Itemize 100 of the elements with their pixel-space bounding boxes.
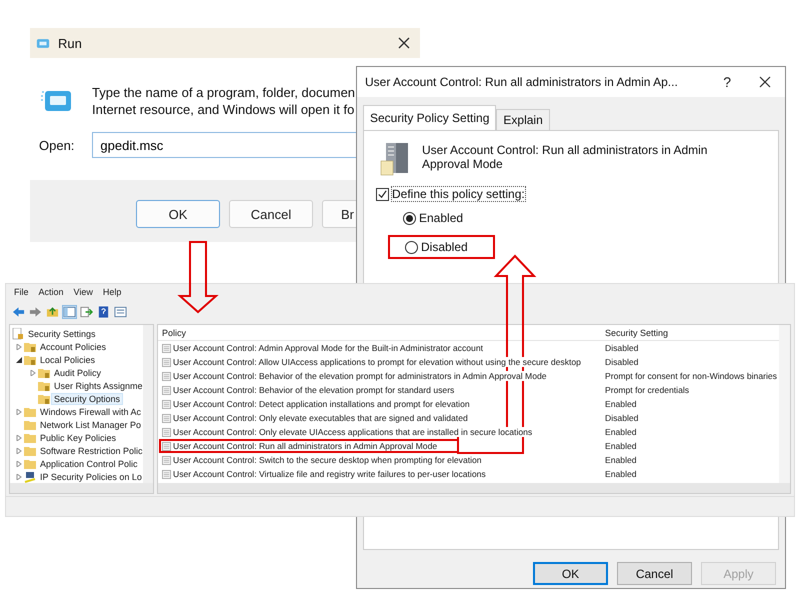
folder-icon [24,406,36,418]
close-icon[interactable] [398,37,410,49]
collapsed-arrow-icon[interactable] [16,408,22,414]
folder-lock-icon [24,354,36,366]
folder-lock-icon [24,340,36,352]
server-icon [380,141,410,177]
table-cell[interactable]: User Account Control: Behavior of the elevation prompt for standard users [173,385,454,395]
document-lock-icon [12,328,24,340]
panel-toggle-icon[interactable] [63,306,76,318]
table-cell[interactable]: User Account Control: Virtualize file and registry write failures to per-user locations [173,469,486,479]
column-header[interactable]: Policy [158,328,605,338]
table-cell: Prompt for consent for non-Windows binaries [605,371,777,381]
tree-item[interactable]: Software Restriction Polic [38,446,145,456]
checkbox[interactable] [376,188,389,200]
column-header[interactable]: Security Setting [605,328,668,338]
table-cell: Enabled [605,455,637,465]
policy-icon [162,344,171,352]
dialog-button[interactable]: OK [533,562,608,585]
table-cell[interactable]: User Account Control: Only elevate UIAccess applications that are installed in secure locations [173,427,532,437]
export-icon[interactable] [80,306,93,318]
table-cell: Enabled [605,399,637,409]
policy-icon [162,358,171,366]
tree-item[interactable]: Application Control Polic [38,458,140,468]
collapsed-arrow-icon[interactable] [16,344,22,350]
policy-icon [162,470,171,478]
table-cell: Enabled [605,469,637,479]
menu-item[interactable]: Action [38,287,64,299]
window-title: User Account Control: Run all administrators in Admin Ap... [365,75,678,89]
radio-label[interactable]: Enabled [419,211,464,225]
policy-name-text: User Account Control: Run all administrators in Admin Approval Mode [422,142,708,173]
properties-icon[interactable] [114,306,127,318]
dialog-button[interactable]: OK [136,200,220,228]
network-icon [24,470,36,482]
tree-item[interactable]: Audit Policy [52,368,104,378]
scrollbar[interactable] [143,325,153,483]
tree-item[interactable]: Windows Firewall with Ac [38,406,144,416]
checkbox-label[interactable]: Define this policy setting: [392,187,525,201]
scrollbar[interactable] [10,483,153,493]
up-folder-icon[interactable] [46,306,59,318]
tree-item[interactable]: IP Security Policies on Lo [38,472,144,482]
back-arrow-icon[interactable] [12,306,25,318]
policy-icon [162,442,171,450]
tree-item[interactable]: Local Policies [38,354,98,364]
menu-item[interactable]: File [14,287,29,299]
collapsed-arrow-icon[interactable] [16,474,22,480]
dialog-button[interactable]: Cancel [617,562,692,585]
table-cell[interactable]: User Account Control: Allow UIAccess applications to prompt for elevation without using the secure desktop [173,357,581,367]
scrollbar[interactable] [158,483,790,493]
tree-item[interactable]: Security Settings [26,328,98,338]
tree-item[interactable]: Public Key Policies [38,432,118,442]
collapsed-arrow-icon[interactable] [16,460,22,466]
run-icon [36,38,50,48]
menu-item[interactable]: Help [102,287,122,299]
policy-icon [162,414,171,422]
tab[interactable]: Explain [496,109,550,130]
folder-icon [24,418,36,430]
policy-icon [162,372,171,380]
policy-icon [162,386,171,394]
radio-button[interactable] [405,240,418,254]
table-cell: Disabled [605,413,638,423]
scrollbar[interactable] [779,325,790,483]
table-cell[interactable]: User Account Control: Switch to the secure desktop when prompting for elevation [173,455,482,465]
table-cell[interactable]: User Account Control: Run all administrators in Admin Approval Mode [173,441,438,451]
folder-lock-icon [38,392,50,404]
expanded-arrow-icon[interactable] [16,356,22,362]
folder-lock-icon [38,366,50,378]
folder-icon [24,432,36,444]
folder-icon [24,458,36,470]
help-button[interactable]: ? [723,74,731,90]
folder-lock-icon [38,380,50,392]
policy-icon [162,400,171,408]
dialog-button[interactable]: Cancel [229,200,313,228]
table-cell: Prompt for credentials [605,385,690,395]
radio-button[interactable] [403,212,416,224]
radio-label[interactable]: Disabled [421,240,468,254]
table-cell: Enabled [605,427,637,437]
table-cell: Enabled [605,441,637,451]
window-title: Run [58,36,82,50]
tree-item[interactable]: User Rights Assignme [52,380,145,390]
policy-icon [162,428,171,436]
close-icon[interactable] [759,76,771,88]
table-cell[interactable]: User Account Control: Detect application installations and prompt for elevation [173,399,470,409]
menu-item[interactable]: View [74,287,93,299]
tab[interactable]: Security Policy Setting [363,105,496,130]
folder-icon [24,444,36,456]
tree-item[interactable]: Security Options [52,394,122,404]
tree-item[interactable]: Account Policies [38,342,108,352]
tree-item[interactable]: Network List Manager Po [38,420,144,430]
run-icon [40,88,72,114]
collapsed-arrow-icon[interactable] [16,448,22,454]
open-label: Open: [39,138,74,152]
table-cell: Disabled [605,357,638,367]
table-cell[interactable]: User Account Control: Behavior of the elevation prompt for administrators in Admin Approval Mode [173,371,547,381]
collapsed-arrow-icon[interactable] [30,370,36,376]
help-icon[interactable] [97,306,110,318]
forward-arrow-icon[interactable] [29,306,42,318]
collapsed-arrow-icon[interactable] [16,434,22,440]
table-cell[interactable]: User Account Control: Admin Approval Mode for the Built-in Administrator account [173,343,484,353]
table-cell[interactable]: User Account Control: Only elevate executables that are signed and validated [173,413,468,423]
policy-icon [162,456,171,464]
